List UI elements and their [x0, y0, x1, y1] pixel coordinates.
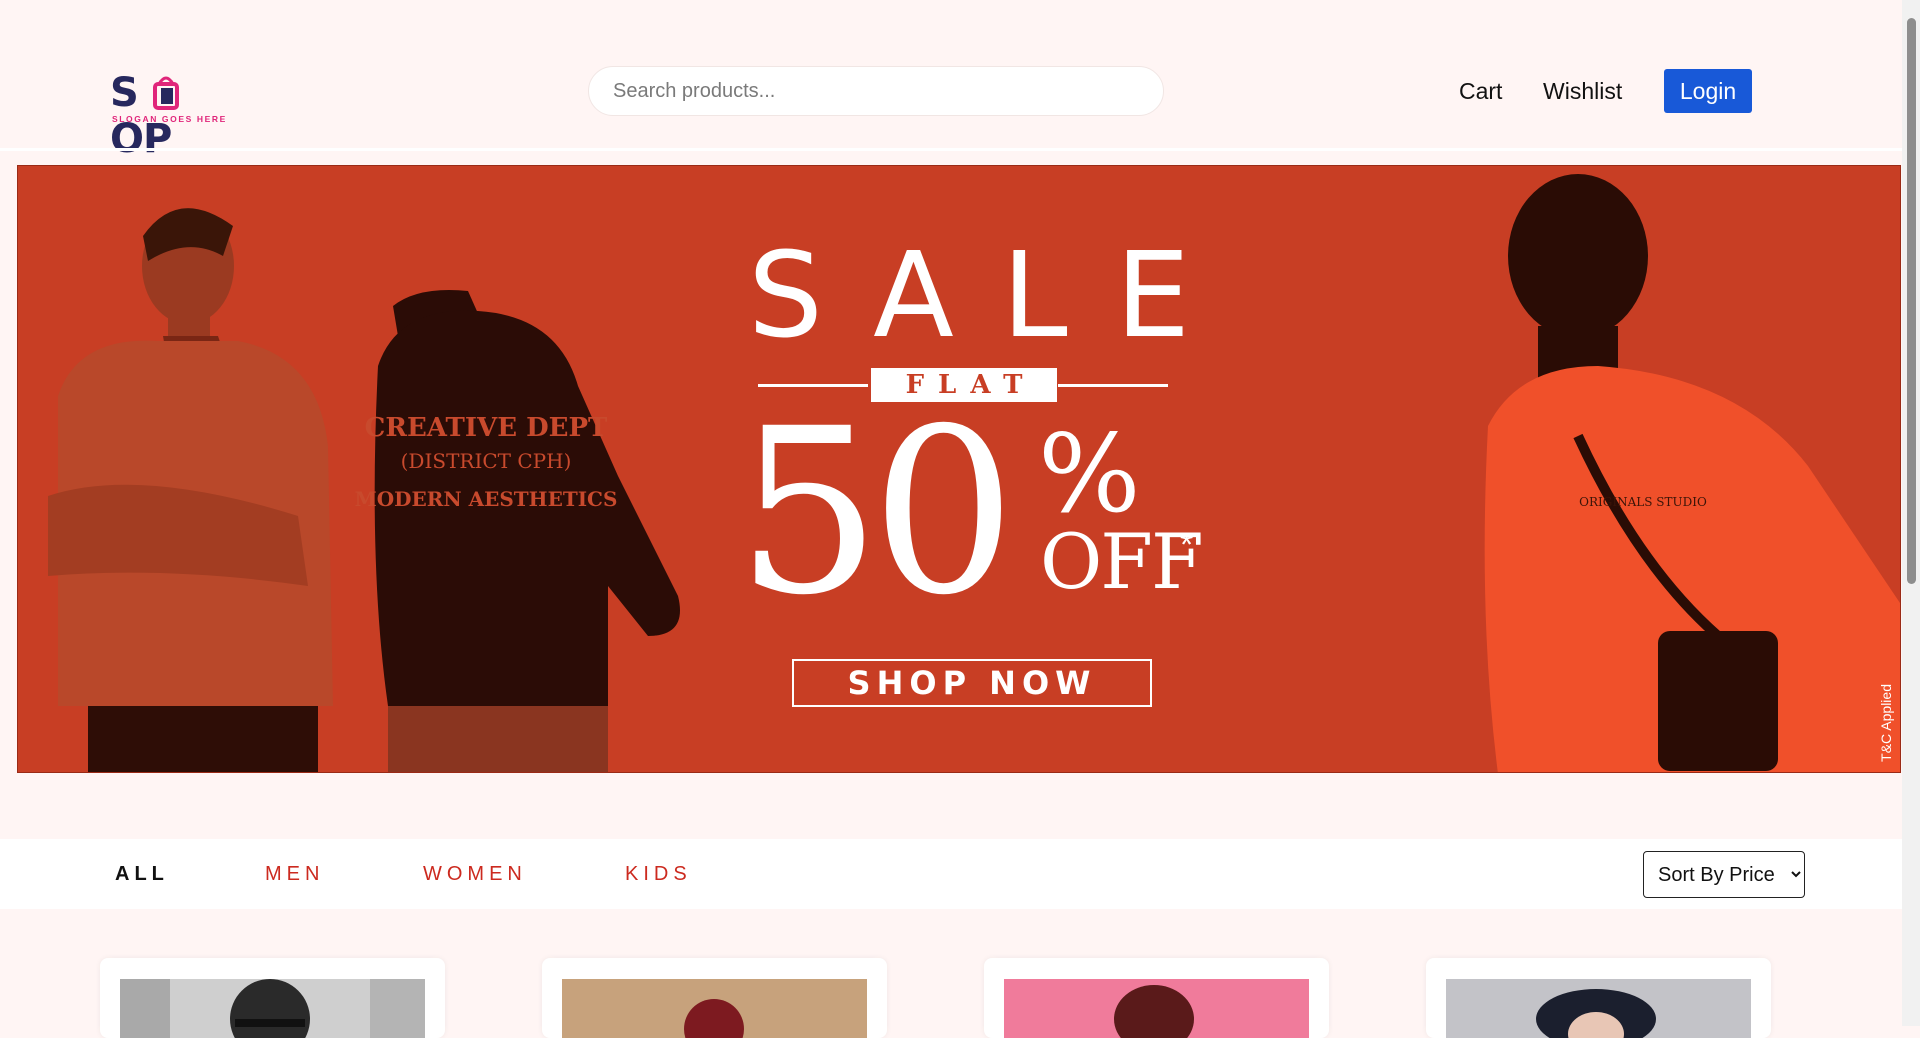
category-tab-kids[interactable]: KIDS	[625, 863, 692, 886]
flat-right-rule	[1058, 384, 1168, 387]
site-header: S OP SLOGAN GOES HERE Cart Wishlist Logi…	[0, 0, 1902, 162]
shop-now-button[interactable]: SHOP NOW	[792, 659, 1152, 707]
logo[interactable]: S OP SLOGAN GOES HERE	[110, 58, 230, 162]
scrollbar-thumb[interactable]	[1907, 18, 1916, 584]
category-bar: ALL MEN WOMEN KIDS Sort By Price	[0, 839, 1902, 909]
product-card[interactable]	[1426, 958, 1771, 1038]
category-tab-all[interactable]: ALL	[115, 863, 169, 886]
shopping-bag-icon	[138, 70, 181, 116]
category-tab-women[interactable]: WOMEN	[423, 863, 527, 886]
svg-text:(DISTRICT CPH): (DISTRICT CPH)	[401, 449, 572, 473]
svg-text:MODERN AESTHETICS: MODERN AESTHETICS	[355, 487, 618, 511]
svg-text:CREATIVE DEPT: CREATIVE DEPT	[365, 413, 608, 443]
product-image[interactable]	[120, 979, 425, 1038]
product-image[interactable]	[1446, 979, 1751, 1038]
product-card[interactable]	[542, 958, 887, 1038]
model-hoodie-figure: CREATIVE DEPT (DISTRICT CPH) MODERN AEST…	[355, 290, 680, 772]
discount-number: 50	[736, 379, 1016, 645]
terms-note: T&C Applied	[1878, 684, 1894, 762]
model-sweater-figure	[48, 208, 333, 772]
product-card[interactable]	[100, 958, 445, 1038]
search-input[interactable]	[588, 66, 1164, 116]
login-button[interactable]: Login	[1664, 69, 1752, 113]
asterisk-mark: *	[1180, 526, 1194, 564]
percent-sign: %	[1038, 412, 1141, 537]
sort-select[interactable]: Sort By Price	[1643, 851, 1805, 898]
product-image[interactable]	[562, 979, 867, 1038]
svg-text:ORIGINALS STUDIO: ORIGINALS STUDIO	[1579, 495, 1707, 509]
sale-banner[interactable]: CREATIVE DEPT (DISTRICT CPH) MODERN AEST…	[17, 165, 1901, 773]
product-card[interactable]	[984, 958, 1329, 1038]
wishlist-link[interactable]: Wishlist	[1543, 78, 1622, 105]
logo-slogan: SLOGAN GOES HERE	[112, 114, 227, 124]
sale-heading: SALE	[748, 226, 1239, 364]
header-divider	[0, 148, 1902, 151]
off-label: OFF	[1040, 517, 1204, 606]
category-tab-men[interactable]: MEN	[265, 863, 324, 886]
product-image[interactable]	[1004, 979, 1309, 1038]
cart-link[interactable]: Cart	[1459, 78, 1502, 105]
page-scrollbar[interactable]	[1902, 0, 1920, 1026]
model-tshirt-figure: ORIGINALS STUDIO	[1484, 174, 1900, 772]
